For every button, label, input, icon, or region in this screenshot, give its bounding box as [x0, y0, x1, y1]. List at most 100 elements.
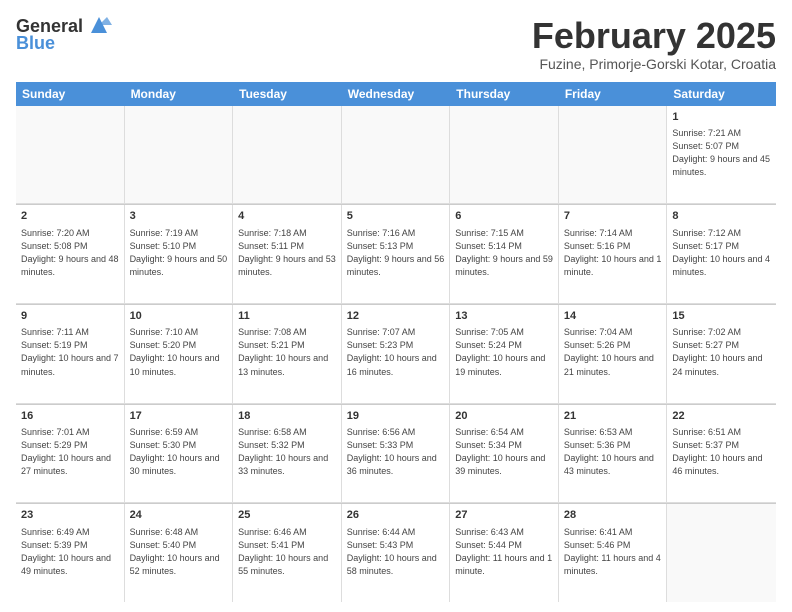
day-info: Sunrise: 6:43 AM Sunset: 5:44 PM Dayligh…	[455, 526, 553, 578]
calendar-week-row: 2 Sunrise: 7:20 AM Sunset: 5:08 PM Daylig…	[16, 204, 776, 304]
calendar-cell	[16, 106, 125, 204]
calendar-cell: 13 Sunrise: 7:05 AM Sunset: 5:24 PM Dayli…	[450, 305, 559, 403]
calendar-cell: 28 Sunrise: 6:41 AM Sunset: 5:46 PM Dayli…	[559, 504, 668, 602]
calendar-title: February 2025	[532, 16, 776, 56]
day-number: 20	[455, 409, 553, 424]
day-number: 8	[672, 209, 771, 224]
day-number: 3	[130, 209, 228, 224]
day-number: 26	[347, 508, 445, 523]
day-number: 19	[347, 409, 445, 424]
day-number: 25	[238, 508, 336, 523]
day-number: 5	[347, 209, 445, 224]
calendar-cell: 6 Sunrise: 7:15 AM Sunset: 5:14 PM Daylig…	[450, 205, 559, 303]
day-number: 28	[564, 508, 662, 523]
day-info: Sunrise: 7:07 AM Sunset: 5:23 PM Dayligh…	[347, 326, 445, 378]
calendar-cell: 14 Sunrise: 7:04 AM Sunset: 5:26 PM Dayli…	[559, 305, 668, 403]
calendar-day-header: Thursday	[450, 82, 559, 106]
day-number: 21	[564, 409, 662, 424]
day-number: 9	[21, 309, 119, 324]
day-number: 18	[238, 409, 336, 424]
day-info: Sunrise: 7:04 AM Sunset: 5:26 PM Dayligh…	[564, 326, 662, 378]
day-info: Sunrise: 6:53 AM Sunset: 5:36 PM Dayligh…	[564, 426, 662, 478]
day-number: 13	[455, 309, 553, 324]
calendar-body: 1 Sunrise: 7:21 AM Sunset: 5:07 PM Daylig…	[16, 106, 776, 602]
calendar-cell: 1 Sunrise: 7:21 AM Sunset: 5:07 PM Daylig…	[667, 106, 776, 204]
day-info: Sunrise: 7:05 AM Sunset: 5:24 PM Dayligh…	[455, 326, 553, 378]
day-number: 7	[564, 209, 662, 224]
calendar-day-header: Friday	[559, 82, 668, 106]
calendar-cell: 3 Sunrise: 7:19 AM Sunset: 5:10 PM Daylig…	[125, 205, 234, 303]
page-header: General Blue February 2025 Fuzine, Primo…	[16, 16, 776, 72]
calendar-day-header: Tuesday	[233, 82, 342, 106]
calendar-cell: 7 Sunrise: 7:14 AM Sunset: 5:16 PM Daylig…	[559, 205, 668, 303]
calendar-cell: 12Sunrise: 7:07 AM Sunset: 5:23 PM Dayli…	[342, 305, 451, 403]
day-info: Sunrise: 6:51 AM Sunset: 5:37 PM Dayligh…	[672, 426, 771, 478]
day-info: Sunrise: 6:44 AM Sunset: 5:43 PM Dayligh…	[347, 526, 445, 578]
day-info: Sunrise: 7:19 AM Sunset: 5:10 PM Dayligh…	[130, 227, 228, 279]
day-number: 16	[21, 409, 119, 424]
day-number: 14	[564, 309, 662, 324]
day-number: 11	[238, 309, 336, 324]
calendar-week-row: 16 Sunrise: 7:01 AM Sunset: 5:29 PM Dayli…	[16, 404, 776, 504]
day-info: Sunrise: 7:14 AM Sunset: 5:16 PM Dayligh…	[564, 227, 662, 279]
day-info: Sunrise: 7:08 AM Sunset: 5:21 PM Dayligh…	[238, 326, 336, 378]
calendar-cell: 16 Sunrise: 7:01 AM Sunset: 5:29 PM Dayli…	[16, 405, 125, 503]
day-number: 27	[455, 508, 553, 523]
day-info: Sunrise: 6:56 AM Sunset: 5:33 PM Dayligh…	[347, 426, 445, 478]
calendar-cell: 20 Sunrise: 6:54 AM Sunset: 5:34 PM Dayli…	[450, 405, 559, 503]
day-number: 23	[21, 508, 119, 523]
day-info: Sunrise: 6:41 AM Sunset: 5:46 PM Dayligh…	[564, 526, 662, 578]
day-info: Sunrise: 7:21 AM Sunset: 5:07 PM Dayligh…	[672, 127, 771, 179]
calendar-header-row: SundayMondayTuesdayWednesdayThursdayFrid…	[16, 82, 776, 106]
calendar-cell: 5 Sunrise: 7:16 AM Sunset: 5:13 PM Daylig…	[342, 205, 451, 303]
day-info: Sunrise: 7:15 AM Sunset: 5:14 PM Dayligh…	[455, 227, 553, 279]
day-number: 1	[672, 110, 771, 125]
logo: General Blue	[16, 16, 112, 54]
calendar-subtitle: Fuzine, Primorje-Gorski Kotar, Croatia	[532, 56, 776, 72]
day-number: 15	[672, 309, 771, 324]
calendar-cell: 24Sunrise: 6:48 AM Sunset: 5:40 PM Dayli…	[125, 504, 234, 602]
title-section: February 2025 Fuzine, Primorje-Gorski Ko…	[532, 16, 776, 72]
day-info: Sunrise: 7:02 AM Sunset: 5:27 PM Dayligh…	[672, 326, 771, 378]
day-number: 10	[130, 309, 228, 324]
day-info: Sunrise: 7:20 AM Sunset: 5:08 PM Dayligh…	[21, 227, 119, 279]
calendar-cell	[233, 106, 342, 204]
calendar-cell: 15 Sunrise: 7:02 AM Sunset: 5:27 PM Dayli…	[667, 305, 776, 403]
calendar-cell	[450, 106, 559, 204]
day-info: Sunrise: 6:58 AM Sunset: 5:32 PM Dayligh…	[238, 426, 336, 478]
calendar-cell: 22 Sunrise: 6:51 AM Sunset: 5:37 PM Dayli…	[667, 405, 776, 503]
calendar-cell: 8 Sunrise: 7:12 AM Sunset: 5:17 PM Daylig…	[667, 205, 776, 303]
calendar-page: General Blue February 2025 Fuzine, Primo…	[0, 0, 792, 612]
day-info: Sunrise: 6:48 AM Sunset: 5:40 PM Dayligh…	[130, 526, 228, 578]
day-info: Sunrise: 6:49 AM Sunset: 5:39 PM Dayligh…	[21, 526, 119, 578]
logo-blue: Blue	[16, 33, 55, 54]
day-info: Sunrise: 6:59 AM Sunset: 5:30 PM Dayligh…	[130, 426, 228, 478]
day-number: 17	[130, 409, 228, 424]
day-number: 22	[672, 409, 771, 424]
calendar-cell: 2 Sunrise: 7:20 AM Sunset: 5:08 PM Daylig…	[16, 205, 125, 303]
day-info: Sunrise: 7:16 AM Sunset: 5:13 PM Dayligh…	[347, 227, 445, 279]
day-info: Sunrise: 7:18 AM Sunset: 5:11 PM Dayligh…	[238, 227, 336, 279]
calendar-cell: 4Sunrise: 7:18 AM Sunset: 5:11 PM Daylig…	[233, 205, 342, 303]
calendar-cell	[559, 106, 668, 204]
day-info: Sunrise: 7:11 AM Sunset: 5:19 PM Dayligh…	[21, 326, 119, 378]
calendar-cell: 23 Sunrise: 6:49 AM Sunset: 5:39 PM Dayli…	[16, 504, 125, 602]
calendar-cell: 27 Sunrise: 6:43 AM Sunset: 5:44 PM Dayli…	[450, 504, 559, 602]
calendar-cell: 18 Sunrise: 6:58 AM Sunset: 5:32 PM Dayli…	[233, 405, 342, 503]
calendar-cell	[667, 504, 776, 602]
calendar-cell: 17 Sunrise: 6:59 AM Sunset: 5:30 PM Dayli…	[125, 405, 234, 503]
logo-icon	[86, 15, 112, 37]
calendar: SundayMondayTuesdayWednesdayThursdayFrid…	[16, 82, 776, 602]
calendar-week-row: 9 Sunrise: 7:11 AM Sunset: 5:19 PM Daylig…	[16, 304, 776, 404]
calendar-day-header: Sunday	[16, 82, 125, 106]
day-info: Sunrise: 7:01 AM Sunset: 5:29 PM Dayligh…	[21, 426, 119, 478]
calendar-cell: 11 Sunrise: 7:08 AM Sunset: 5:21 PM Dayli…	[233, 305, 342, 403]
day-number: 6	[455, 209, 553, 224]
day-number: 2	[21, 209, 119, 224]
day-info: Sunrise: 6:54 AM Sunset: 5:34 PM Dayligh…	[455, 426, 553, 478]
calendar-day-header: Wednesday	[342, 82, 451, 106]
day-info: Sunrise: 7:12 AM Sunset: 5:17 PM Dayligh…	[672, 227, 771, 279]
calendar-day-header: Monday	[125, 82, 234, 106]
calendar-cell	[342, 106, 451, 204]
calendar-week-row: 1 Sunrise: 7:21 AM Sunset: 5:07 PM Daylig…	[16, 106, 776, 205]
